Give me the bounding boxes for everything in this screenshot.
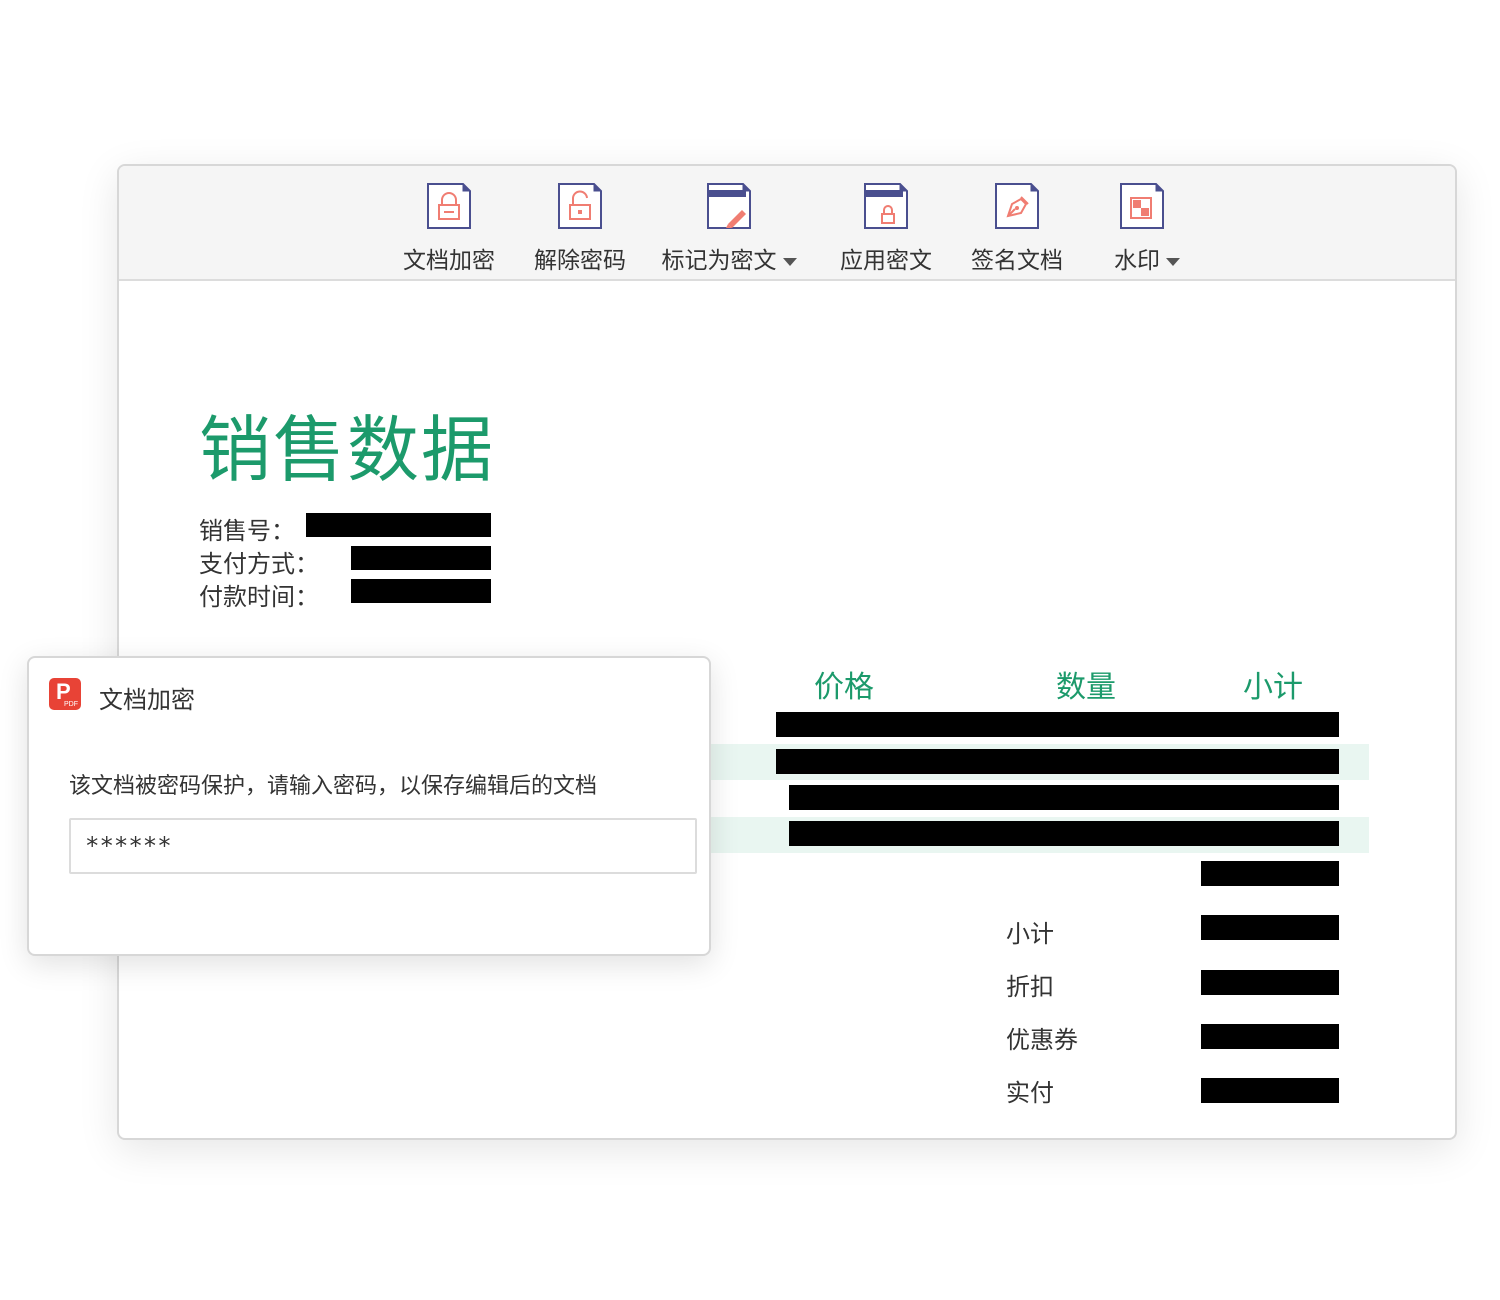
apply-redaction-label: 应用密文 [840,248,932,274]
summary-label-discount: 折扣 [1006,973,1054,1001]
redaction-block [1201,915,1339,940]
mark-redact-icon [706,182,752,230]
table-row-redaction [789,785,1339,810]
redaction-block [1201,1024,1339,1049]
redaction-block [1201,861,1339,886]
dialog-message: 该文档被密码保护，请输入密码，以保存编辑后的文档 [69,774,598,799]
column-header-quantity: 数量 [1056,670,1116,705]
mark-redaction-label: 标记为密文 [656,241,802,275]
apply-redaction-button[interactable]: 应用密文 [831,166,941,279]
sign-document-button[interactable]: 签名文档 [962,166,1072,279]
table-row-redaction [776,749,1339,774]
mark-redaction-text: 标记为密文 [661,248,777,274]
dialog-title: 文档加密 [99,686,195,714]
encrypt-dialog: P PDF 文档加密 该文档被密码保护，请输入密码，以保存编辑后的文档 [27,656,711,956]
remove-password-button[interactable]: 解除密码 [525,166,635,279]
summary-label-coupon: 优惠券 [1006,1026,1078,1054]
redaction-block [351,579,491,603]
unlock-file-icon [557,182,603,230]
watermark-label: 水印 [1093,241,1201,275]
toolbar: 文档加密 解除密码 标记为密文 应用密文 签名文档 水印 [119,166,1455,281]
caret-down-icon [1166,257,1180,266]
summary-label-subtotal: 小计 [1006,920,1054,948]
redaction-block [1201,1078,1339,1103]
pen-sign-icon [994,182,1040,230]
table-row-redaction [789,821,1339,846]
watermark-icon [1119,182,1165,230]
sign-document-label: 签名文档 [971,248,1063,274]
lock-file-icon [426,182,472,230]
watermark-text: 水印 [1114,248,1160,274]
redaction-block [1201,970,1339,995]
logo-pdf-text: PDF [64,701,78,708]
column-header-subtotal: 小计 [1243,670,1303,705]
redaction-block [351,546,491,570]
redaction-block [306,513,491,537]
pdf-app-logo: P PDF [49,678,81,710]
page-title: 销售数据 [199,408,496,492]
remove-password-label: 解除密码 [534,248,626,274]
watermark-button[interactable]: 水印 [1093,166,1201,279]
summary-label-paid: 实付 [1006,1079,1054,1107]
apply-redact-icon [863,182,909,230]
payment-method-label: 支付方式： [199,550,319,578]
encrypt-document-label: 文档加密 [403,248,495,274]
encrypt-document-button[interactable]: 文档加密 [394,166,504,279]
column-header-price: 价格 [814,670,874,705]
caret-down-icon [782,257,797,266]
table-row-redaction [776,712,1339,737]
mark-redaction-button[interactable]: 标记为密文 [656,166,802,279]
payment-time-label: 付款时间： [199,583,319,611]
sales-number-label: 销售号： [199,517,295,545]
password-input[interactable] [69,818,697,874]
app-window: 文档加密 解除密码 标记为密文 应用密文 签名文档 水印 销售数据 销售号： 支… [117,164,1457,1140]
